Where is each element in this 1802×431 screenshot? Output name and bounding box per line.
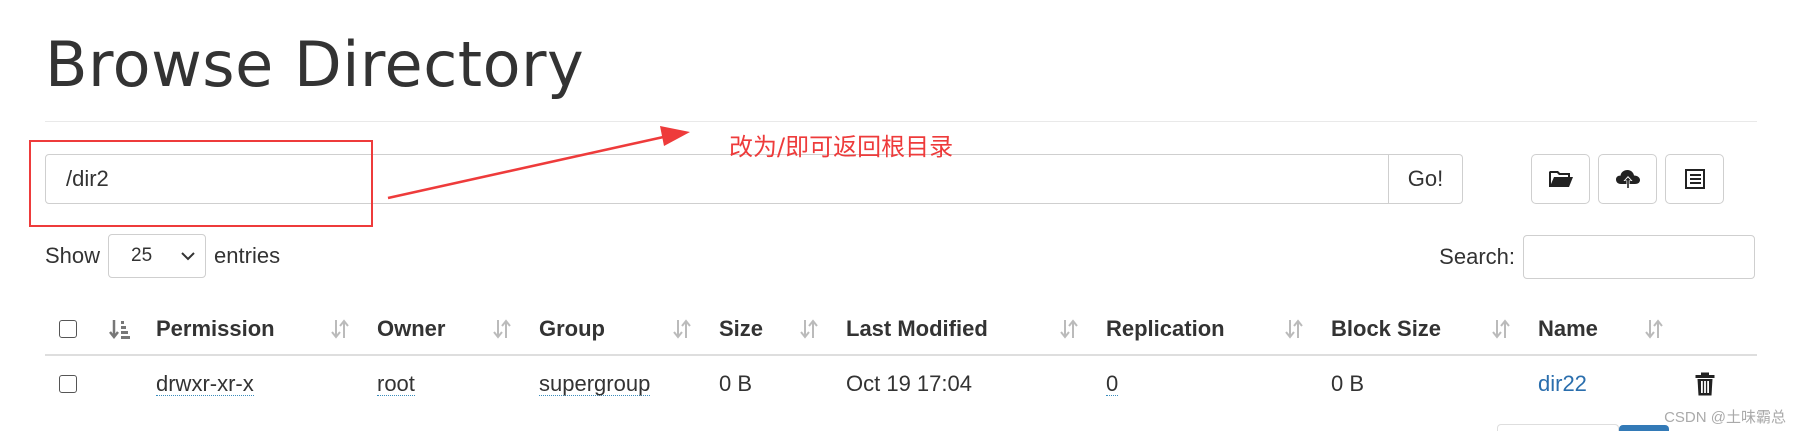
permission-value[interactable]: drwxr-xr-x	[156, 372, 254, 397]
page-length-value: 25	[131, 245, 153, 266]
block-size-value: 0 B	[1331, 371, 1365, 396]
size-value: 0 B	[719, 371, 753, 396]
pagination-previous[interactable]	[1497, 424, 1619, 431]
column-header-replication[interactable]: Replication	[1106, 304, 1225, 354]
owner-value[interactable]: root	[377, 372, 415, 397]
column-header-group[interactable]: Group	[539, 304, 605, 354]
create-directory-button[interactable]	[1531, 154, 1590, 204]
entries-length-control: Show 25 entries	[45, 234, 280, 278]
permission-cell[interactable]: drwxr-xr-x	[156, 356, 254, 412]
delete-button[interactable]	[1695, 356, 1715, 412]
upload-files-button[interactable]	[1598, 154, 1657, 204]
column-header-permission[interactable]: Permission	[156, 304, 275, 354]
last-modified-value: Oct 19 17:04	[846, 371, 972, 396]
column-header-owner[interactable]: Owner	[377, 304, 445, 354]
chevron-down-icon	[181, 251, 195, 260]
search-label: Search:	[1439, 244, 1515, 269]
sort-icon[interactable]	[492, 304, 512, 354]
column-header-size[interactable]: Size	[719, 304, 763, 354]
annotation-text: 改为/即可返回根目录	[729, 133, 954, 161]
folder-open-icon	[1548, 171, 1573, 187]
title-divider	[45, 121, 1757, 122]
group-value[interactable]: supergroup	[539, 372, 651, 397]
show-label: Show	[45, 243, 101, 268]
column-header-last-modified[interactable]: Last Modified	[846, 304, 988, 354]
replication-value[interactable]: 0	[1106, 372, 1119, 397]
name-cell[interactable]: dir22	[1538, 356, 1587, 412]
table-row: drwxr-xr-x root supergroup 0 B Oct 19 17…	[45, 356, 1757, 412]
owner-cell[interactable]: root	[377, 356, 415, 412]
row-checkbox[interactable]	[59, 356, 77, 412]
sort-icon[interactable]	[1491, 304, 1511, 354]
cut-paste-button[interactable]	[1665, 154, 1724, 204]
select-all-checkbox[interactable]	[59, 304, 77, 354]
trash-icon	[1695, 372, 1715, 396]
sort-icon[interactable]	[1059, 304, 1079, 354]
cloud-upload-icon	[1615, 170, 1640, 189]
sort-icon[interactable]	[672, 304, 692, 354]
entries-label: entries	[214, 243, 281, 268]
name-link[interactable]: dir22	[1538, 371, 1587, 397]
replication-cell[interactable]: 0	[1106, 356, 1119, 412]
watermark: CSDN @土味霸总	[1664, 409, 1786, 426]
pagination-current-page[interactable]	[1619, 425, 1669, 431]
list-icon	[1684, 169, 1705, 189]
search-input[interactable]	[1523, 235, 1755, 279]
page-title: Browse Directory	[45, 28, 585, 101]
column-header-name[interactable]: Name	[1538, 304, 1598, 354]
search-control: Search:	[1439, 235, 1755, 279]
page-length-select[interactable]: 25	[108, 234, 207, 278]
sort-icon[interactable]	[1644, 304, 1664, 354]
sort-icon[interactable]	[799, 304, 819, 354]
go-button[interactable]: Go!	[1389, 154, 1463, 204]
group-cell[interactable]: supergroup	[539, 356, 651, 412]
annotation-highlight-box	[29, 140, 373, 227]
sort-icon[interactable]	[330, 304, 350, 354]
sort-icon[interactable]	[1284, 304, 1304, 354]
column-header-block-size[interactable]: Block Size	[1331, 304, 1441, 354]
table-header: Permission Owner Group Size Last Modifie…	[45, 304, 1757, 356]
sort-asc-icon[interactable]	[109, 304, 131, 354]
